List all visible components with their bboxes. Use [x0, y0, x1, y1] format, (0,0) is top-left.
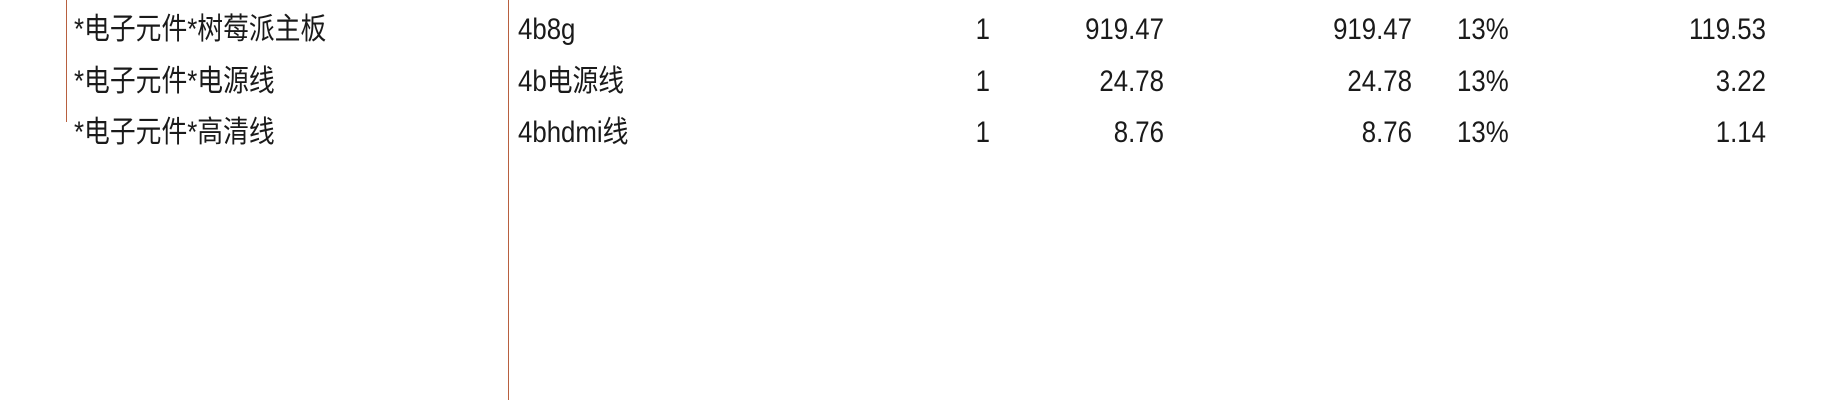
invoice-item-row: *电子元件*高清线 4bhdmi线 1 8.76 8.76 13% 1.14 [0, 108, 1830, 158]
item-tax-amount: 1.14 [1715, 116, 1766, 149]
item-amount: 919.47 [1333, 13, 1412, 46]
item-model: 4b电源线 [518, 65, 625, 98]
item-quantity: 1 [975, 65, 990, 98]
item-quantity: 1 [975, 13, 990, 46]
item-amount: 8.76 [1361, 116, 1412, 149]
invoice-items-section: *电子元件*树莓派主板 4b8g 1 919.47 919.47 13% 119… [0, 0, 1830, 400]
item-tax-amount: 119.53 [1689, 13, 1766, 46]
item-unit-price: 24.78 [1099, 65, 1164, 98]
item-tax-amount: 3.22 [1715, 65, 1766, 98]
item-name: *电子元件*高清线 [74, 116, 275, 149]
item-model: 4b8g [518, 13, 576, 46]
item-model: 4bhdmi线 [518, 116, 629, 149]
item-name: *电子元件*电源线 [74, 65, 275, 98]
item-unit-price: 919.47 [1085, 13, 1164, 46]
invoice-item-row: *电子元件*电源线 4b电源线 1 24.78 24.78 13% 3.22 [0, 57, 1830, 107]
item-tax-rate: 13% [1457, 116, 1509, 149]
item-unit-price: 8.76 [1113, 116, 1164, 149]
item-amount: 24.78 [1347, 65, 1412, 98]
item-tax-rate: 13% [1457, 65, 1509, 98]
item-quantity: 1 [975, 116, 990, 149]
invoice-item-row: *电子元件*树莓派主板 4b8g 1 919.47 919.47 13% 119… [0, 5, 1830, 55]
item-tax-rate: 13% [1457, 13, 1509, 46]
item-name: *电子元件*树莓派主板 [74, 13, 327, 46]
